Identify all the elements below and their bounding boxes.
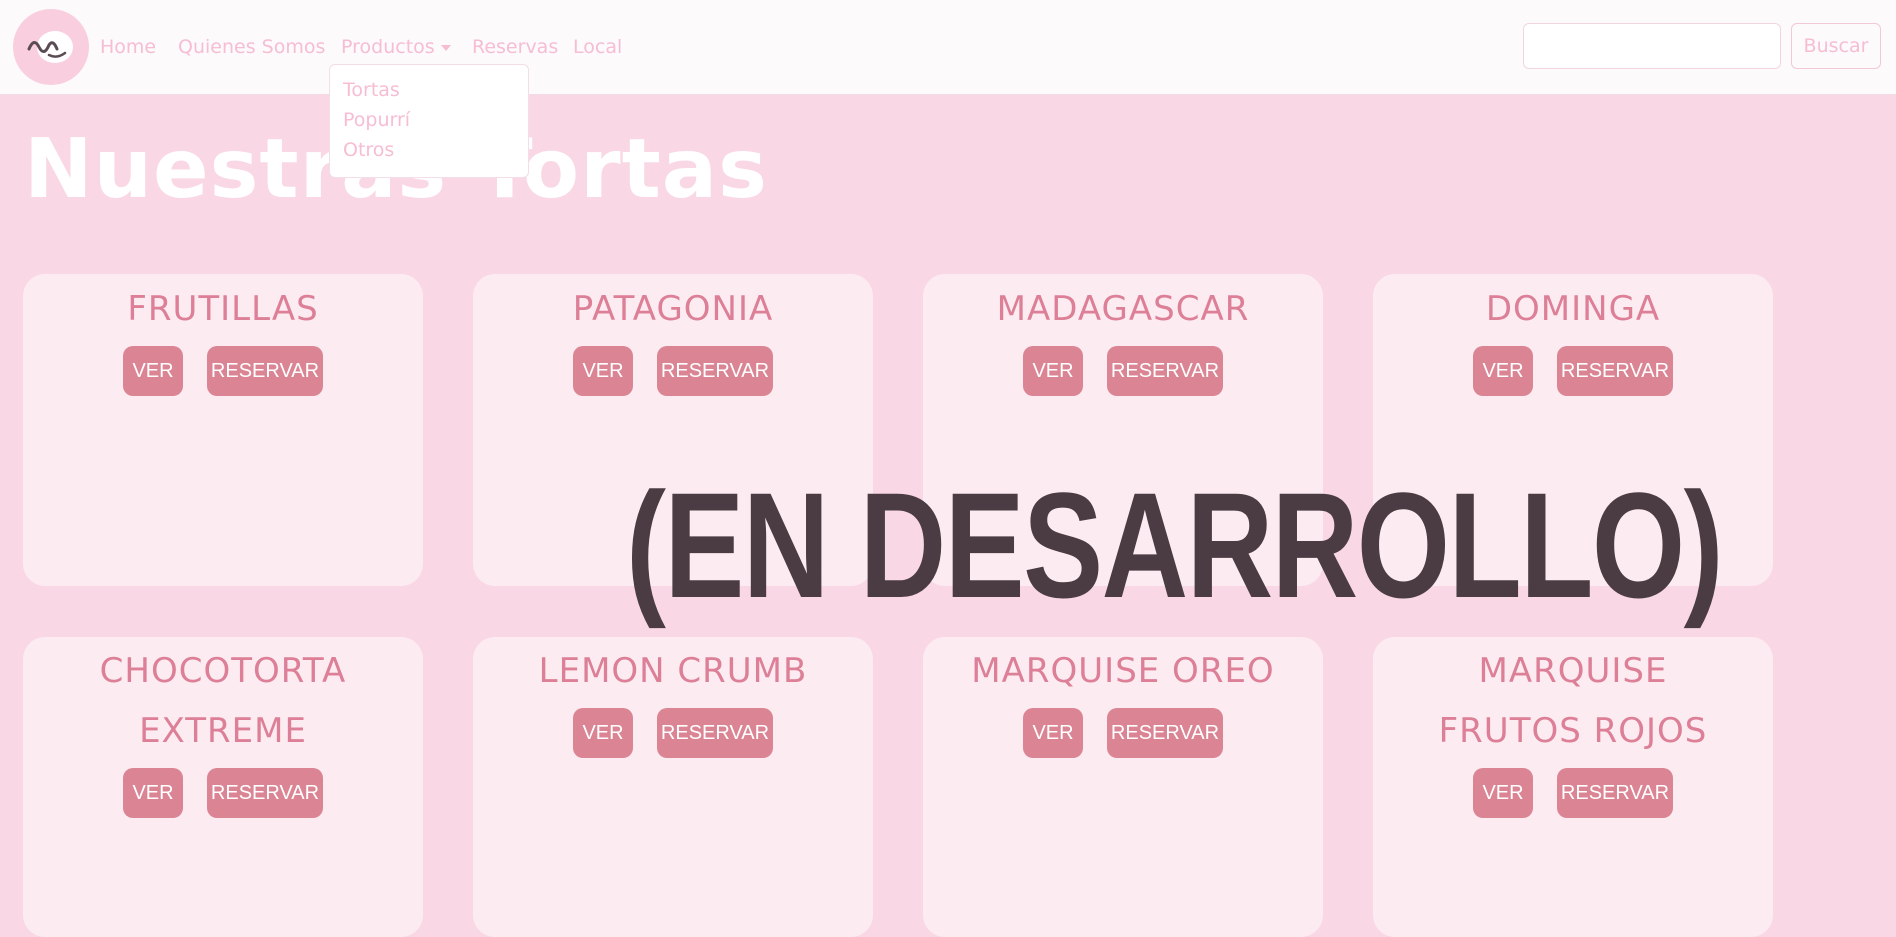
navbar: Home Quienes Somos Productos Reservas Lo… bbox=[0, 0, 1896, 95]
ver-button[interactable]: VER bbox=[573, 346, 633, 396]
productos-dropdown-menu: Tortas Popurrí Otros bbox=[329, 64, 529, 178]
nav-local-link[interactable]: Local bbox=[573, 36, 622, 58]
product-title: PATAGONIA bbox=[572, 289, 774, 329]
caret-down-icon bbox=[440, 44, 451, 51]
reservar-button[interactable]: RESERVAR bbox=[1107, 346, 1223, 396]
product-card: LEMON CRUMB VER RESERVAR bbox=[473, 637, 873, 937]
product-title-line-1: CHOCOTORTA bbox=[99, 651, 347, 691]
nav-reservas-link[interactable]: Reservas bbox=[472, 36, 558, 58]
reservar-button[interactable]: RESERVAR bbox=[1557, 768, 1673, 818]
ver-button[interactable]: VER bbox=[1473, 346, 1533, 396]
ondas-logo-icon bbox=[27, 31, 73, 63]
ver-button[interactable]: VER bbox=[573, 708, 633, 758]
product-card: MARQUISE FRUTOS ROJOS VER RESERVAR bbox=[1373, 637, 1773, 937]
product-title-line-2: FRUTOS ROJOS bbox=[1438, 711, 1708, 751]
reservar-button[interactable]: RESERVAR bbox=[207, 346, 323, 396]
product-title: LEMON CRUMB bbox=[538, 651, 808, 691]
dropdown-item-popurri[interactable]: Popurrí bbox=[343, 109, 410, 131]
product-title: MADAGASCAR bbox=[996, 289, 1250, 329]
reservar-button[interactable]: RESERVAR bbox=[1107, 708, 1223, 758]
nav-productos-dropdown[interactable]: Productos bbox=[341, 36, 451, 58]
reservar-button[interactable]: RESERVAR bbox=[207, 768, 323, 818]
product-title-line-1: MARQUISE bbox=[1478, 651, 1668, 691]
product-card: PATAGONIA VER RESERVAR bbox=[473, 274, 873, 586]
dropdown-item-tortas[interactable]: Tortas bbox=[343, 79, 400, 101]
reservar-button[interactable]: RESERVAR bbox=[657, 346, 773, 396]
nav-productos-label: Productos bbox=[341, 36, 435, 58]
product-title: FRUTILLAS bbox=[127, 289, 319, 329]
nav-home-link[interactable]: Home bbox=[100, 36, 156, 58]
ver-button[interactable]: VER bbox=[123, 768, 183, 818]
product-title: MARQUISE OREO bbox=[971, 651, 1275, 691]
ver-button[interactable]: VER bbox=[1473, 768, 1533, 818]
dropdown-item-otros[interactable]: Otros bbox=[343, 139, 394, 161]
product-card: MARQUISE OREO VER RESERVAR bbox=[923, 637, 1323, 937]
product-card: FRUTILLAS VER RESERVAR bbox=[23, 274, 423, 586]
nav-quienes-somos-link[interactable]: Quienes Somos bbox=[178, 36, 325, 58]
ver-button[interactable]: VER bbox=[1023, 708, 1083, 758]
product-card: CHOCOTORTA EXTREME VER RESERVAR bbox=[23, 637, 423, 937]
brand-logo[interactable] bbox=[13, 9, 89, 85]
reservar-button[interactable]: RESERVAR bbox=[657, 708, 773, 758]
ver-button[interactable]: VER bbox=[1023, 346, 1083, 396]
reservar-button[interactable]: RESERVAR bbox=[1557, 346, 1673, 396]
product-title: DOMINGA bbox=[1485, 289, 1661, 329]
product-title-line-2: EXTREME bbox=[139, 711, 307, 751]
product-card: MADAGASCAR VER RESERVAR bbox=[923, 274, 1323, 586]
search-button[interactable]: Buscar bbox=[1791, 23, 1881, 69]
product-card: DOMINGA VER RESERVAR bbox=[1373, 274, 1773, 586]
ver-button[interactable]: VER bbox=[123, 346, 183, 396]
search-input[interactable] bbox=[1523, 23, 1781, 69]
